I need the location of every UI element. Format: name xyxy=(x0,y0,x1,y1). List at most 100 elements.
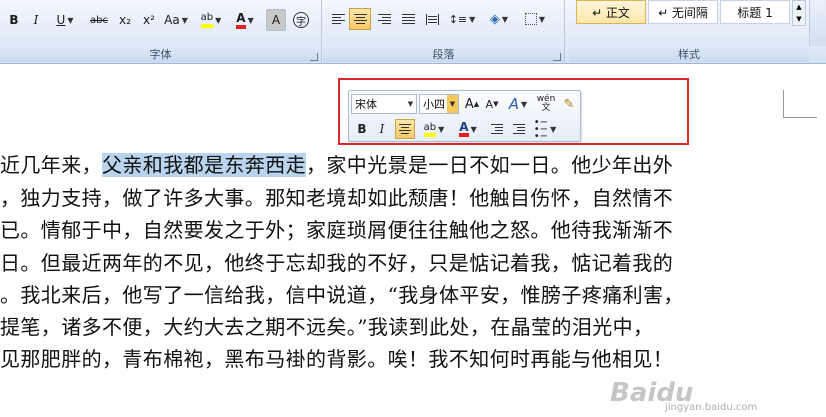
wen-glyph: 文 xyxy=(541,103,551,113)
paragraph-group-label: 段落 xyxy=(323,48,564,62)
text-segment: ，家中光景是一日不如一日。他少年出外 xyxy=(306,153,674,177)
font-color-icon: A xyxy=(459,121,469,137)
chevron-down-icon: ▼ xyxy=(447,95,458,113)
align-center-icon xyxy=(353,12,367,26)
font-name-value: 宋体 xyxy=(355,98,377,111)
chevron-down-icon: ▼ xyxy=(470,124,477,134)
align-left-button[interactable] xyxy=(327,8,349,30)
increase-indent-button[interactable] xyxy=(509,119,529,139)
chevron-down-icon: ▼ xyxy=(550,124,557,134)
character-shading-button[interactable]: A xyxy=(266,9,286,31)
align-center-icon xyxy=(399,122,411,136)
mini-toolbar: 宋体 ▼ 小四 ▼ A ▲ A ▼ A ▼ wén 文 ✎ B I ab ▼ A ▼ •− •… xyxy=(348,90,581,142)
caret-up-icon: ▲ xyxy=(473,100,480,108)
font-color-button[interactable]: A ▼ xyxy=(230,9,260,31)
text-line: 近几年来，父亲和我都是东奔西走，家中光景是一日不如一日。他少年出外 xyxy=(0,149,826,179)
chevron-down-icon: ▼ xyxy=(469,14,476,24)
phonetic-guide-button[interactable]: wén 文 xyxy=(535,94,557,114)
highlight-button[interactable]: ab ▼ xyxy=(419,119,449,139)
change-styles-button[interactable] xyxy=(809,0,826,46)
enclose-icon: 字 xyxy=(293,12,309,28)
distributed-button[interactable] xyxy=(421,8,443,30)
borders-button[interactable]: ▼ xyxy=(519,8,551,30)
bold-button[interactable]: B xyxy=(4,9,24,31)
text-line: 已。情郁于中，自然要发之于外；家庭琐屑便往往触他之怒。他待我渐渐不 xyxy=(0,218,674,242)
increase-indent-icon xyxy=(513,122,525,136)
paragraph-group: ↕≡ ▼ ◈ ▼ ▼ 段落 xyxy=(323,0,565,64)
highlighter-icon: ab xyxy=(200,12,214,28)
shrink-font-label: A xyxy=(485,97,494,111)
styles-group: ↵ 正文 ↵ 无间隔 标题 1 样式 xyxy=(569,0,809,64)
chevron-down-icon: ▼ xyxy=(215,15,222,25)
justify-button[interactable] xyxy=(397,8,419,30)
font-color-icon: A xyxy=(236,11,246,29)
baidu-watermark-url: jingyan.baidu.com xyxy=(665,402,758,413)
chevron-down-icon: ▼ xyxy=(538,14,546,24)
styles-icon: A xyxy=(508,95,520,113)
format-painter-icon[interactable]: ✎ xyxy=(559,94,579,114)
chevron-down-icon: ▼ xyxy=(247,15,254,25)
caret-down-icon: ▼ xyxy=(493,100,499,108)
bold-button[interactable]: B xyxy=(353,119,371,139)
chevron-down-icon: ▼ xyxy=(438,124,445,134)
decrease-indent-button[interactable] xyxy=(487,119,507,139)
dialog-launcher-icon[interactable] xyxy=(553,53,561,61)
font-color-button[interactable]: A ▼ xyxy=(453,119,483,139)
line-spacing-icon: ↕≡ xyxy=(448,12,468,26)
paint-bucket-icon: ◈ xyxy=(489,11,500,27)
strikethrough-button[interactable]: abc xyxy=(86,9,112,31)
line-spacing-button[interactable]: ↕≡ ▼ xyxy=(447,8,477,30)
italic-button[interactable]: I xyxy=(373,119,391,139)
align-right-icon xyxy=(377,12,391,26)
text-segment: 近几年来， xyxy=(0,153,102,177)
borders-icon xyxy=(524,13,537,25)
chevron-down-icon: ▼ xyxy=(67,15,74,25)
style-heading-1[interactable]: 标题 1 xyxy=(720,0,790,24)
center-button[interactable] xyxy=(395,119,415,139)
text-line: 见那肥胖的，青布棉袍，黑布马褂的背影。唉！我不知何时再能与他相见！ xyxy=(0,347,674,371)
text-line: 日。但最近两年的不见，他终于忘却我的不好，只是惦记着我，惦记着我的 xyxy=(0,251,674,275)
superscript-button[interactable]: x² xyxy=(138,9,160,31)
bullet-list-icon: •− •− •− xyxy=(533,116,549,142)
font-size-select[interactable]: 小四 ▼ xyxy=(419,94,459,114)
text-line: ，独力支持，做了许多大事。那知老境却如此颓唐！他触目伤怀，自然情不 xyxy=(0,186,674,210)
font-size-value: 小四 xyxy=(423,98,445,111)
chevron-down-icon: ▼ xyxy=(181,15,188,25)
bullets-button[interactable]: •− •− •− ▼ xyxy=(531,116,559,142)
chevron-up-icon: ▲ xyxy=(796,3,802,11)
change-case-button[interactable]: Aa ▼ xyxy=(162,9,190,31)
text-line: 提笔，诸多不便，大约大去之期不远矣。”我读到此处，在晶莹的泪光中， xyxy=(0,315,654,339)
align-left-icon xyxy=(331,12,345,26)
dialog-launcher-icon[interactable] xyxy=(310,53,318,61)
selected-text[interactable]: 父亲和我都是东奔西走 xyxy=(102,153,306,177)
align-right-button[interactable] xyxy=(373,8,395,30)
style-gallery-scroll[interactable]: ▲ ▼ xyxy=(792,0,806,26)
text-line: 。我北来后，他写了一信给我，信中说道，“我身体平安，惟膀子疼痛利害， xyxy=(0,283,684,307)
shrink-font-button[interactable]: A ▼ xyxy=(483,94,501,114)
ribbon: B I U ▼ abc x₂ x² Aa ▼ ab ▼ A ▼ A 字 字体 ↕… xyxy=(0,0,826,64)
underline-label: U xyxy=(56,13,66,27)
enclose-characters-button[interactable]: 字 xyxy=(290,9,312,31)
grow-font-label: A xyxy=(464,96,474,112)
distributed-icon xyxy=(425,13,439,25)
highlight-button[interactable]: ab ▼ xyxy=(196,9,226,31)
styles-button[interactable]: A ▼ xyxy=(505,94,531,114)
chevron-down-icon: ▼ xyxy=(407,100,414,108)
chevron-down-icon: ▼ xyxy=(521,99,528,109)
highlighter-icon: ab xyxy=(423,122,437,137)
subscript-button[interactable]: x₂ xyxy=(114,9,136,31)
grow-font-button[interactable]: A ▲ xyxy=(463,94,481,114)
font-group: B I U ▼ abc x₂ x² Aa ▼ ab ▼ A ▼ A 字 字体 xyxy=(0,0,322,64)
italic-button[interactable]: I xyxy=(26,9,46,31)
styles-group-label: 样式 xyxy=(569,48,809,62)
chevron-down-icon: ▼ xyxy=(796,15,802,23)
align-center-button[interactable] xyxy=(349,8,371,30)
underline-button[interactable]: U ▼ xyxy=(50,9,80,31)
chevron-down-icon: ▼ xyxy=(501,14,509,24)
shading-button[interactable]: ◈ ▼ xyxy=(483,8,515,30)
style-normal[interactable]: ↵ 正文 xyxy=(576,0,646,24)
style-no-spacing[interactable]: ↵ 无间隔 xyxy=(648,0,718,24)
font-name-select[interactable]: 宋体 ▼ xyxy=(351,94,417,114)
change-case-label: Aa xyxy=(164,13,180,27)
justify-icon xyxy=(401,12,415,26)
